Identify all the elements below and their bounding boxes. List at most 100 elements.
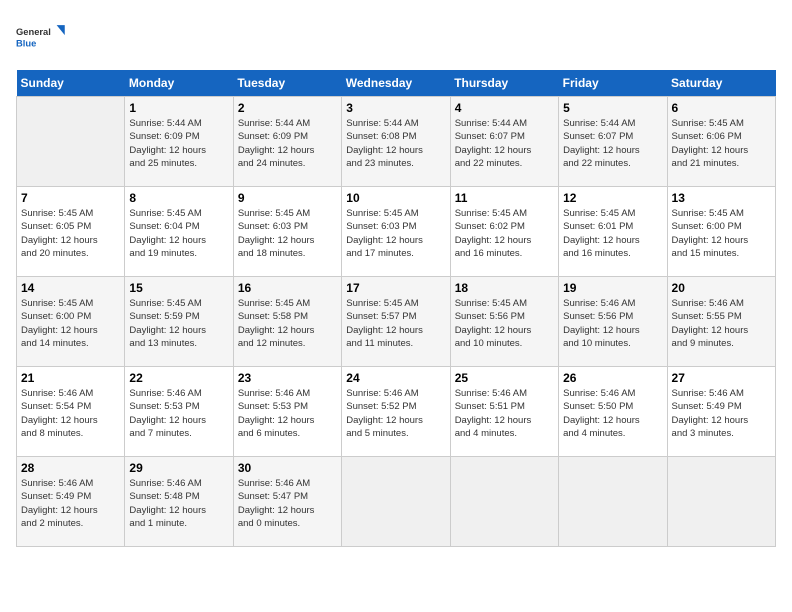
calendar-cell: 24 Sunrise: 5:46 AM Sunset: 5:52 PM Dayli… (342, 367, 450, 457)
day-info: Sunrise: 5:46 AM Sunset: 5:55 PM Dayligh… (672, 297, 771, 350)
day-number: 27 (672, 371, 771, 385)
day-number: 10 (346, 191, 445, 205)
day-number: 20 (672, 281, 771, 295)
day-info: Sunrise: 5:46 AM Sunset: 5:49 PM Dayligh… (21, 477, 120, 530)
day-info: Sunrise: 5:45 AM Sunset: 6:05 PM Dayligh… (21, 207, 120, 260)
day-info: Sunrise: 5:45 AM Sunset: 6:04 PM Dayligh… (129, 207, 228, 260)
day-info: Sunrise: 5:46 AM Sunset: 5:47 PM Dayligh… (238, 477, 337, 530)
day-number: 11 (455, 191, 554, 205)
day-number: 30 (238, 461, 337, 475)
day-number: 3 (346, 101, 445, 115)
day-info: Sunrise: 5:46 AM Sunset: 5:49 PM Dayligh… (672, 387, 771, 440)
calendar-cell: 10 Sunrise: 5:45 AM Sunset: 6:03 PM Dayli… (342, 187, 450, 277)
day-info: Sunrise: 5:45 AM Sunset: 5:56 PM Dayligh… (455, 297, 554, 350)
calendar-cell: 21Sunrise: 5:46 AM Sunset: 5:54 PM Dayli… (17, 367, 125, 457)
day-info: Sunrise: 5:44 AM Sunset: 6:07 PM Dayligh… (563, 117, 662, 170)
calendar-table: SundayMondayTuesdayWednesdayThursdayFrid… (16, 70, 776, 547)
day-info: Sunrise: 5:45 AM Sunset: 6:03 PM Dayligh… (346, 207, 445, 260)
calendar-cell (342, 457, 450, 547)
calendar-cell: 26 Sunrise: 5:46 AM Sunset: 5:50 PM Dayli… (559, 367, 667, 457)
day-info: Sunrise: 5:45 AM Sunset: 5:59 PM Dayligh… (129, 297, 228, 350)
calendar-cell: 27 Sunrise: 5:46 AM Sunset: 5:49 PM Dayli… (667, 367, 775, 457)
day-info: Sunrise: 5:44 AM Sunset: 6:09 PM Dayligh… (238, 117, 337, 170)
day-info: Sunrise: 5:45 AM Sunset: 6:00 PM Dayligh… (672, 207, 771, 260)
day-number: 15 (129, 281, 228, 295)
day-info: Sunrise: 5:46 AM Sunset: 5:53 PM Dayligh… (238, 387, 337, 440)
calendar-cell: 23 Sunrise: 5:46 AM Sunset: 5:53 PM Dayli… (233, 367, 341, 457)
calendar-cell: 15 Sunrise: 5:45 AM Sunset: 5:59 PM Dayli… (125, 277, 233, 367)
day-number: 19 (563, 281, 662, 295)
calendar-cell (559, 457, 667, 547)
calendar-cell: 16 Sunrise: 5:45 AM Sunset: 5:58 PM Dayli… (233, 277, 341, 367)
day-number: 24 (346, 371, 445, 385)
day-number: 29 (129, 461, 228, 475)
day-info: Sunrise: 5:45 AM Sunset: 6:02 PM Dayligh… (455, 207, 554, 260)
day-info: Sunrise: 5:45 AM Sunset: 5:58 PM Dayligh… (238, 297, 337, 350)
calendar-cell (667, 457, 775, 547)
day-number: 23 (238, 371, 337, 385)
logo-svg: General Blue (16, 16, 66, 58)
day-number: 28 (21, 461, 120, 475)
day-info: Sunrise: 5:44 AM Sunset: 6:08 PM Dayligh… (346, 117, 445, 170)
day-number: 17 (346, 281, 445, 295)
day-number: 7 (21, 191, 120, 205)
day-info: Sunrise: 5:44 AM Sunset: 6:07 PM Dayligh… (455, 117, 554, 170)
calendar-cell: 17 Sunrise: 5:45 AM Sunset: 5:57 PM Dayli… (342, 277, 450, 367)
day-number: 4 (455, 101, 554, 115)
day-info: Sunrise: 5:45 AM Sunset: 5:57 PM Dayligh… (346, 297, 445, 350)
day-info: Sunrise: 5:45 AM Sunset: 6:00 PM Dayligh… (21, 297, 120, 350)
weekday-header-saturday: Saturday (667, 70, 775, 97)
day-info: Sunrise: 5:46 AM Sunset: 5:56 PM Dayligh… (563, 297, 662, 350)
day-info: Sunrise: 5:45 AM Sunset: 6:01 PM Dayligh… (563, 207, 662, 260)
day-number: 12 (563, 191, 662, 205)
calendar-cell: 1 Sunrise: 5:44 AM Sunset: 6:09 PM Daylig… (125, 97, 233, 187)
weekday-header-friday: Friday (559, 70, 667, 97)
day-number: 21 (21, 371, 120, 385)
calendar-cell: 2 Sunrise: 5:44 AM Sunset: 6:09 PM Daylig… (233, 97, 341, 187)
calendar-cell: 3 Sunrise: 5:44 AM Sunset: 6:08 PM Daylig… (342, 97, 450, 187)
calendar-cell: 25 Sunrise: 5:46 AM Sunset: 5:51 PM Dayli… (450, 367, 558, 457)
day-number: 22 (129, 371, 228, 385)
calendar-cell: 20 Sunrise: 5:46 AM Sunset: 5:55 PM Dayli… (667, 277, 775, 367)
calendar-cell: 13 Sunrise: 5:45 AM Sunset: 6:00 PM Dayli… (667, 187, 775, 277)
calendar-cell: 28 Sunrise: 5:46 AM Sunset: 5:49 PM Dayli… (17, 457, 125, 547)
day-info: Sunrise: 5:46 AM Sunset: 5:50 PM Dayligh… (563, 387, 662, 440)
weekday-header-tuesday: Tuesday (233, 70, 341, 97)
day-number: 6 (672, 101, 771, 115)
day-number: 9 (238, 191, 337, 205)
day-info: Sunrise: 5:46 AM Sunset: 5:51 PM Dayligh… (455, 387, 554, 440)
day-number: 25 (455, 371, 554, 385)
day-number: 18 (455, 281, 554, 295)
svg-text:Blue: Blue (16, 38, 36, 48)
day-number: 16 (238, 281, 337, 295)
calendar-cell: 11 Sunrise: 5:45 AM Sunset: 6:02 PM Dayli… (450, 187, 558, 277)
day-info: Sunrise: 5:45 AM Sunset: 6:06 PM Dayligh… (672, 117, 771, 170)
weekday-header-thursday: Thursday (450, 70, 558, 97)
calendar-cell: 22Sunrise: 5:46 AM Sunset: 5:53 PM Dayli… (125, 367, 233, 457)
calendar-cell: 12 Sunrise: 5:45 AM Sunset: 6:01 PM Dayli… (559, 187, 667, 277)
calendar-cell: 9 Sunrise: 5:45 AM Sunset: 6:03 PM Daylig… (233, 187, 341, 277)
day-number: 26 (563, 371, 662, 385)
page-header: General Blue (16, 16, 776, 58)
day-number: 1 (129, 101, 228, 115)
day-number: 5 (563, 101, 662, 115)
svg-text:General: General (16, 27, 51, 37)
calendar-cell: 5 Sunrise: 5:44 AM Sunset: 6:07 PM Daylig… (559, 97, 667, 187)
calendar-cell: 14 Sunrise: 5:45 AM Sunset: 6:00 PM Dayli… (17, 277, 125, 367)
day-number: 13 (672, 191, 771, 205)
weekday-header-monday: Monday (125, 70, 233, 97)
day-info: Sunrise: 5:44 AM Sunset: 6:09 PM Dayligh… (129, 117, 228, 170)
calendar-cell: 8 Sunrise: 5:45 AM Sunset: 6:04 PM Daylig… (125, 187, 233, 277)
calendar-cell: 29 Sunrise: 5:46 AM Sunset: 5:48 PM Dayli… (125, 457, 233, 547)
day-number: 8 (129, 191, 228, 205)
day-info: Sunrise: 5:45 AM Sunset: 6:03 PM Dayligh… (238, 207, 337, 260)
logo: General Blue (16, 16, 66, 58)
day-info: Sunrise: 5:46 AM Sunset: 5:48 PM Dayligh… (129, 477, 228, 530)
calendar-cell: 7 Sunrise: 5:45 AM Sunset: 6:05 PM Daylig… (17, 187, 125, 277)
calendar-cell: 6 Sunrise: 5:45 AM Sunset: 6:06 PM Daylig… (667, 97, 775, 187)
day-number: 2 (238, 101, 337, 115)
day-number: 14 (21, 281, 120, 295)
weekday-header-wednesday: Wednesday (342, 70, 450, 97)
day-info: Sunrise: 5:46 AM Sunset: 5:52 PM Dayligh… (346, 387, 445, 440)
calendar-cell (17, 97, 125, 187)
